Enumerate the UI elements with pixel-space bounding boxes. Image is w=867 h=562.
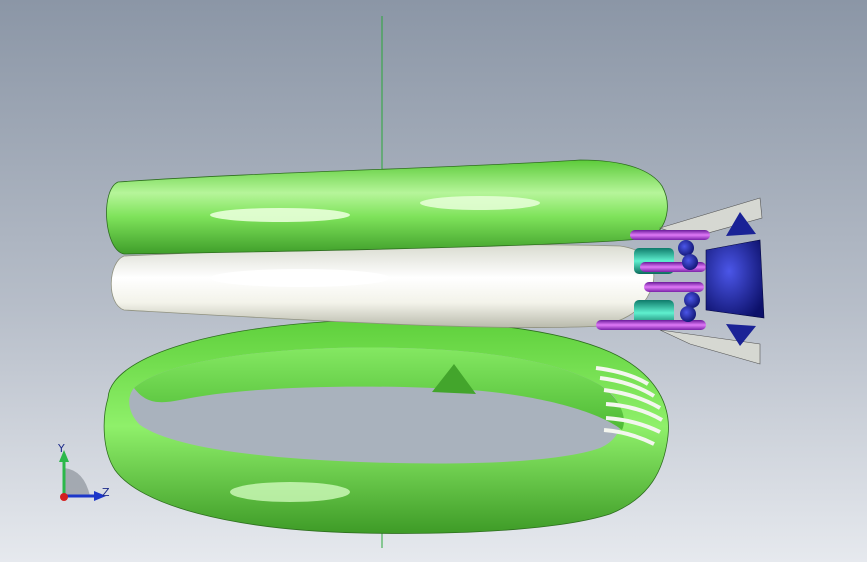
lower-ring[interactable] — [103, 319, 669, 534]
triad-z-label: Z — [102, 486, 110, 499]
triad-x-dot — [60, 493, 68, 501]
middle-band-body — [110, 244, 655, 329]
prong-3 — [644, 282, 704, 292]
triad-plane — [64, 468, 90, 496]
prong-1 — [630, 230, 710, 240]
upper-band-highlight — [210, 208, 350, 222]
middle-band-highlight — [210, 269, 390, 287]
triad-y-label: Y — [58, 442, 65, 455]
upper-band-highlight-2 — [420, 196, 540, 210]
middle-band[interactable] — [110, 244, 655, 329]
upper-band-body — [106, 159, 668, 255]
gemstone — [705, 239, 765, 319]
gem-beads — [678, 240, 700, 322]
ring-model[interactable] — [0, 0, 867, 562]
3d-viewport[interactable]: Y Z — [0, 0, 867, 562]
upper-band[interactable] — [106, 159, 668, 255]
lower-ring-highlight — [230, 482, 350, 502]
